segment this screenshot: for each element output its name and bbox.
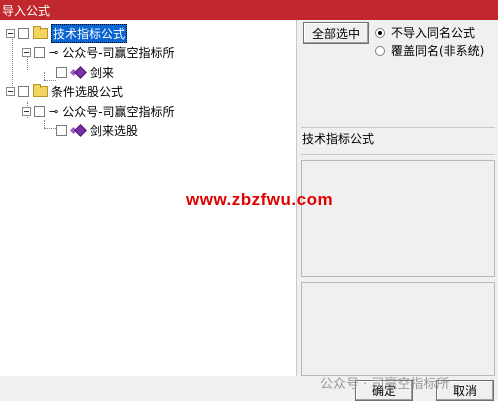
tree-node-label: 公众号-司赢空指标所 (62, 45, 175, 60)
tree-node-formula[interactable]: 剑来选股 (56, 121, 138, 139)
key-icon: ⊸ (49, 104, 59, 118)
tree-node-technical[interactable]: 技术指标公式 (6, 23, 128, 43)
description-box (301, 160, 495, 277)
title-bar: 导入公式 (0, 0, 498, 20)
key-icon: ⊸ (49, 45, 59, 59)
collapse-toggle[interactable] (22, 47, 31, 57)
info-title: 技术指标公式 (302, 132, 375, 146)
params-box (301, 282, 495, 376)
tree-node-group[interactable]: ⊸ 公众号-司赢空指标所 (22, 102, 175, 120)
collapse-toggle[interactable] (6, 28, 15, 38)
tree-node-label: 剑来 (90, 65, 115, 80)
tree-node-label: 公众号-司赢空指标所 (62, 104, 175, 119)
node-checkbox[interactable] (18, 27, 29, 39)
collapse-toggle[interactable] (22, 106, 31, 116)
radio-label: 覆盖同名(非系统) (391, 44, 485, 58)
collapse-toggle[interactable] (6, 86, 15, 96)
formula-icon (74, 65, 87, 79)
tree-node-label: 剑来选股 (90, 123, 139, 138)
tree-node-formula[interactable]: 剑来 (56, 63, 114, 81)
radio-skip-duplicates[interactable]: 不导入同名公式 (375, 24, 475, 41)
wechat-watermark: 公众号 · 司赢空指标所 (320, 377, 450, 392)
folder-icon (33, 83, 48, 97)
node-checkbox[interactable] (56, 124, 67, 136)
window-title: 导入公式 (2, 4, 51, 18)
node-checkbox[interactable] (34, 46, 45, 58)
select-all-button[interactable]: 全部选中 (303, 22, 369, 44)
radio-label: 不导入同名公式 (391, 26, 476, 40)
tree-line (44, 120, 45, 128)
tree-line (44, 72, 45, 80)
tree-node-group[interactable]: ⊸ 公众号-司赢空指标所 (22, 43, 175, 61)
tree-line (44, 80, 56, 81)
info-header: 技术指标公式 (301, 127, 495, 155)
tree-node-label: 条件选股公式 (51, 84, 124, 99)
radio-dot[interactable] (375, 45, 385, 56)
watermark-url: www.zbzfwu.com (186, 190, 334, 209)
radio-overwrite[interactable]: 覆盖同名(非系统) (375, 42, 484, 59)
node-checkbox[interactable] (18, 85, 29, 97)
tree-node-label: 技术指标公式 (51, 23, 128, 43)
radio-dot-selected[interactable] (375, 27, 385, 38)
tree-line (44, 128, 56, 129)
folder-icon (33, 25, 48, 39)
tree-node-selection[interactable]: 条件选股公式 (6, 82, 123, 100)
formula-icon (74, 123, 87, 137)
node-checkbox[interactable] (56, 66, 67, 78)
node-checkbox[interactable] (34, 105, 45, 117)
